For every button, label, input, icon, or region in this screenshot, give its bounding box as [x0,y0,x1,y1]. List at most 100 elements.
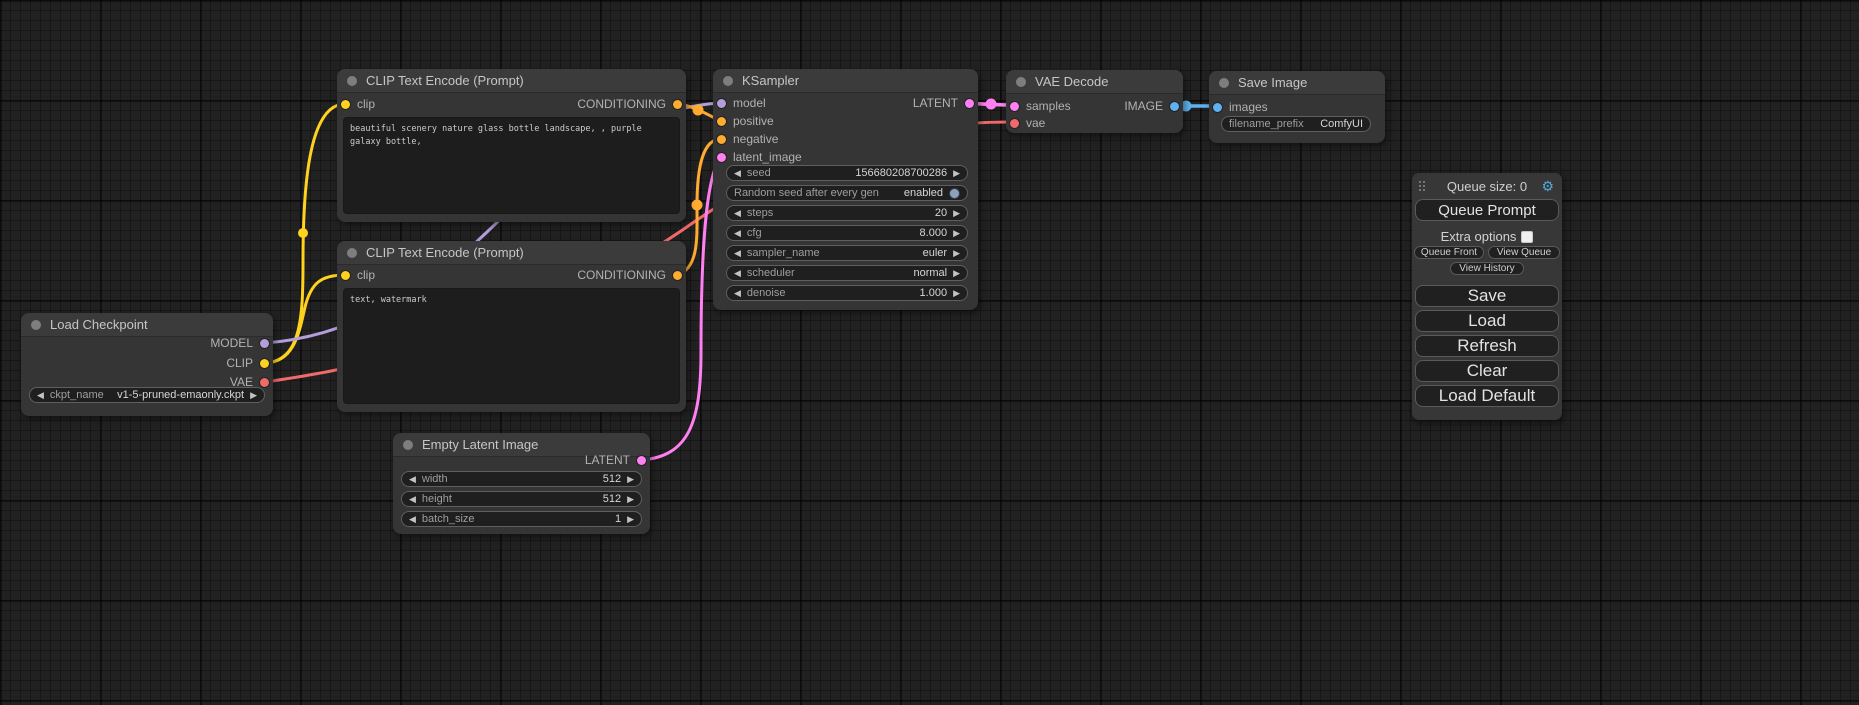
sampler-name-widget[interactable]: ◀ sampler_name euler ▶ [726,245,968,261]
decrement-arrow-icon[interactable]: ◀ [409,515,416,524]
width-widget[interactable]: ◀ width 512 ▶ [401,471,642,487]
refresh-button[interactable]: Refresh [1415,335,1559,357]
output-slot-latent[interactable]: LATENT [913,94,974,112]
collapse-dot[interactable] [31,320,41,330]
load-button[interactable]: Load [1415,310,1559,332]
node-empty-latent-image[interactable]: Empty Latent Image LATENT ◀ width 512 ▶ … [393,433,650,534]
filename-prefix-widget[interactable]: filename_prefix ComfyUI [1221,116,1371,132]
output-slot-model[interactable]: MODEL [210,334,269,352]
clip-input-dot[interactable] [341,271,350,280]
random-seed-toggle-widget[interactable]: Random seed after every gen enabled [726,185,968,201]
collapse-dot[interactable] [1016,77,1026,87]
decrement-arrow-icon[interactable]: ◀ [409,475,416,484]
increment-arrow-icon[interactable]: ▶ [953,249,960,258]
input-slot-samples[interactable]: samples [1010,97,1071,115]
increment-arrow-icon[interactable]: ▶ [953,229,960,238]
output-slot-clip[interactable]: CLIP [226,354,269,372]
negative-input-dot[interactable] [717,135,726,144]
decrement-arrow-icon[interactable]: ◀ [734,289,741,298]
output-slot-conditioning[interactable]: CONDITIONING [577,266,682,284]
output-slot-conditioning[interactable]: CONDITIONING [577,95,682,113]
increment-arrow-icon[interactable]: ▶ [953,289,960,298]
image-output-dot[interactable] [1170,102,1179,111]
node-title-bar[interactable]: KSampler [713,69,978,93]
decrement-arrow-icon[interactable]: ◀ [734,269,741,278]
reroute-dot[interactable] [693,105,704,116]
queue-front-button[interactable]: Queue Front [1414,246,1484,259]
latent-output-dot[interactable] [637,456,646,465]
input-slot-model[interactable]: model [717,94,766,112]
queue-prompt-button[interactable]: Queue Prompt [1415,199,1559,221]
latent-output-dot[interactable] [965,99,974,108]
clip-input-dot[interactable] [341,100,350,109]
vae-input-dot[interactable] [1010,119,1019,128]
node-title-bar[interactable]: CLIP Text Encode (Prompt) [337,69,686,93]
batch-size-widget[interactable]: ◀ batch_size 1 ▶ [401,511,642,527]
node-graph-canvas[interactable]: Load Checkpoint MODEL CLIP VAE ◀ ckpt_na… [0,0,1859,705]
save-button[interactable]: Save [1415,285,1559,307]
input-slot-vae[interactable]: vae [1010,114,1045,132]
input-slot-latent-image[interactable]: latent_image [717,148,802,166]
samples-input-dot[interactable] [1010,102,1019,111]
decrement-arrow-icon[interactable]: ◀ [37,391,44,400]
reroute-dot[interactable] [986,99,997,110]
input-slot-negative[interactable]: negative [717,130,778,148]
collapse-dot[interactable] [347,248,357,258]
increment-arrow-icon[interactable]: ▶ [250,391,257,400]
denoise-widget[interactable]: ◀ denoise 1.000 ▶ [726,285,968,301]
negative-prompt-textarea[interactable]: text, watermark [343,288,680,404]
vae-output-dot[interactable] [260,378,269,387]
model-output-dot[interactable] [260,339,269,348]
increment-arrow-icon[interactable]: ▶ [627,495,634,504]
node-clip-text-encode-positive[interactable]: CLIP Text Encode (Prompt) clip CONDITION… [337,69,686,222]
increment-arrow-icon[interactable]: ▶ [627,515,634,524]
collapse-dot[interactable] [347,76,357,86]
toggle-circle-icon[interactable] [949,188,960,199]
increment-arrow-icon[interactable]: ▶ [627,475,634,484]
view-queue-button[interactable]: View Queue [1488,246,1560,259]
scheduler-widget[interactable]: ◀ scheduler normal ▶ [726,265,968,281]
queue-panel[interactable]: Queue size: 0 ⚙ Queue Prompt Extra optio… [1412,173,1562,420]
conditioning-output-dot[interactable] [673,271,682,280]
input-slot-clip[interactable]: clip [341,95,375,113]
node-save-image[interactable]: Save Image images filename_prefix ComfyU… [1209,71,1385,143]
increment-arrow-icon[interactable]: ▶ [953,209,960,218]
node-vae-decode[interactable]: VAE Decode samples IMAGE vae [1006,70,1183,133]
decrement-arrow-icon[interactable]: ◀ [734,209,741,218]
model-input-dot[interactable] [717,99,726,108]
decrement-arrow-icon[interactable]: ◀ [409,495,416,504]
positive-prompt-textarea[interactable]: beautiful scenery nature glass bottle la… [343,117,680,214]
increment-arrow-icon[interactable]: ▶ [953,269,960,278]
ckpt-name-widget[interactable]: ◀ ckpt_name v1-5-pruned-emaonly.ckpt ▶ [29,387,265,403]
reroute-dot[interactable] [692,200,703,211]
decrement-arrow-icon[interactable]: ◀ [734,169,741,178]
images-input-dot[interactable] [1213,103,1222,112]
steps-widget[interactable]: ◀ steps 20 ▶ [726,205,968,221]
load-default-button[interactable]: Load Default [1415,385,1559,407]
decrement-arrow-icon[interactable]: ◀ [734,249,741,258]
node-title-bar[interactable]: Save Image [1209,71,1385,95]
input-slot-clip[interactable]: clip [341,266,375,284]
node-ksampler[interactable]: KSampler model LATENT positive negative … [713,69,978,310]
clip-output-dot[interactable] [260,359,269,368]
output-slot-image[interactable]: IMAGE [1124,97,1179,115]
drag-handle-icon[interactable] [1419,181,1421,183]
clear-button[interactable]: Clear [1415,360,1559,382]
input-slot-images[interactable]: images [1213,98,1268,116]
node-load-checkpoint[interactable]: Load Checkpoint MODEL CLIP VAE ◀ ckpt_na… [21,313,273,416]
input-slot-positive[interactable]: positive [717,112,774,130]
cfg-widget[interactable]: ◀ cfg 8.000 ▶ [726,225,968,241]
increment-arrow-icon[interactable]: ▶ [953,169,960,178]
output-slot-latent[interactable]: LATENT [585,451,646,469]
node-clip-text-encode-negative[interactable]: CLIP Text Encode (Prompt) clip CONDITION… [337,241,686,412]
gear-icon[interactable]: ⚙ [1541,178,1554,194]
collapse-dot[interactable] [403,440,413,450]
reroute-dot[interactable] [298,228,308,238]
seed-widget[interactable]: ◀ seed 156680208700286 ▶ [726,165,968,181]
height-widget[interactable]: ◀ height 512 ▶ [401,491,642,507]
latent-image-input-dot[interactable] [717,153,726,162]
decrement-arrow-icon[interactable]: ◀ [734,229,741,238]
conditioning-output-dot[interactable] [673,100,682,109]
collapse-dot[interactable] [723,76,733,86]
extra-options-checkbox[interactable] [1521,231,1533,243]
